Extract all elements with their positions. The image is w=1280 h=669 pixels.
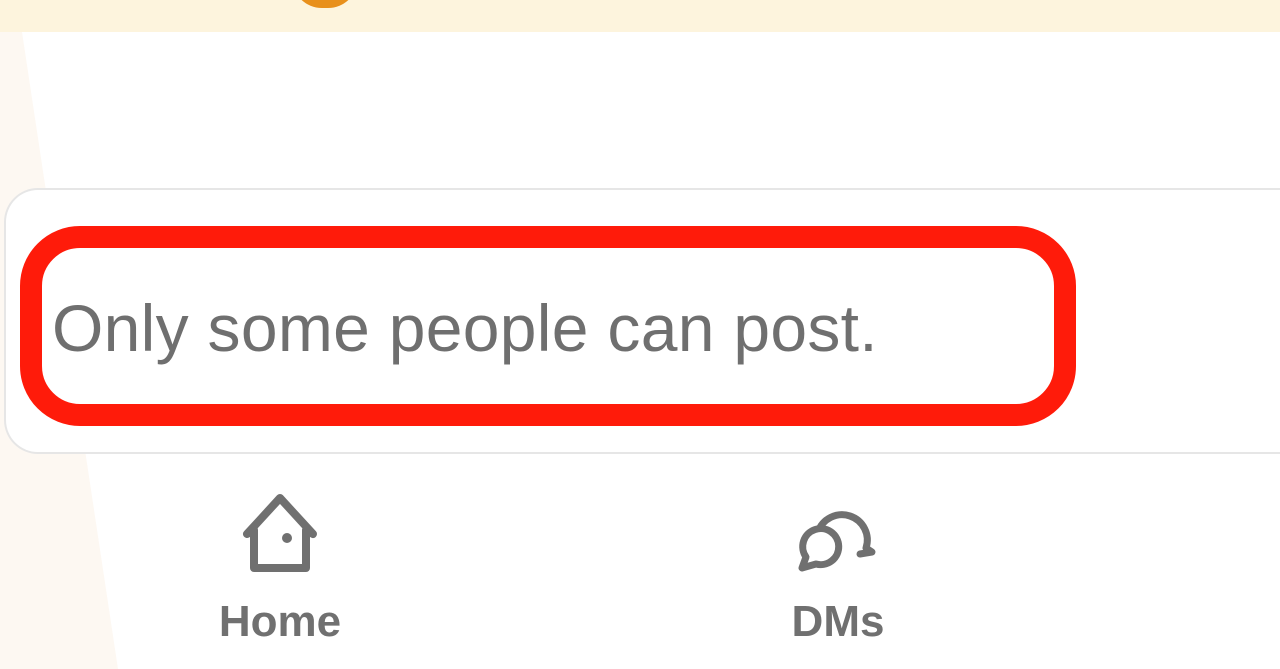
dms-icon bbox=[798, 511, 876, 572]
bottom-navigation: Home DMs bbox=[0, 452, 1280, 669]
nav-label-dms: DMs bbox=[791, 597, 885, 646]
app-screen: Only some people can post. Home DMs bbox=[0, 0, 1280, 669]
nav-item-home[interactable]: Home bbox=[170, 480, 390, 660]
nav-label-home: Home bbox=[218, 597, 342, 646]
avatar[interactable] bbox=[292, 0, 358, 8]
highlight-annotation bbox=[20, 226, 1076, 426]
top-banner bbox=[0, 0, 1280, 32]
home-icon bbox=[243, 494, 317, 572]
nav-item-dms[interactable]: DMs bbox=[728, 480, 948, 660]
